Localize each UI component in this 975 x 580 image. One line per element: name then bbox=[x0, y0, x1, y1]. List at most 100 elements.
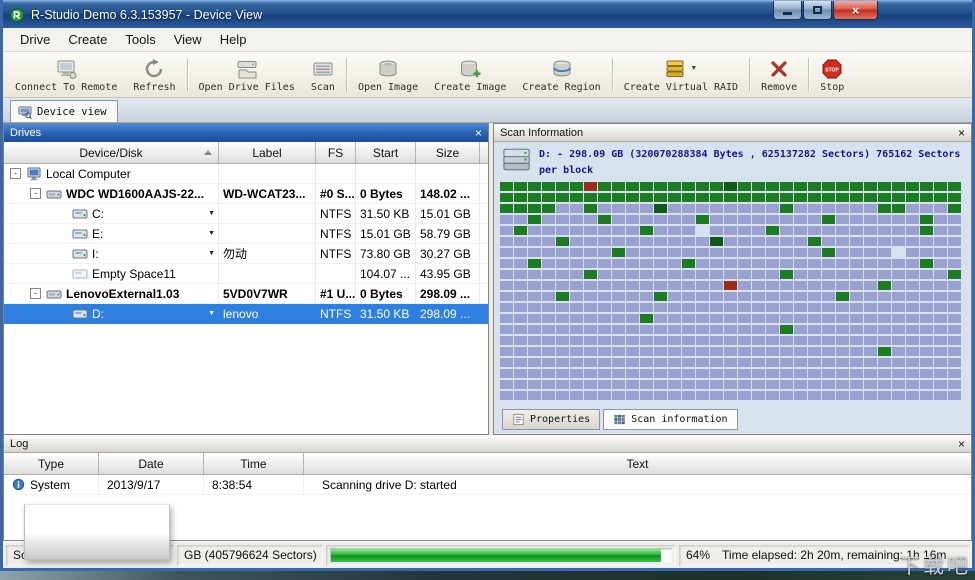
col-header-device-disk[interactable]: Device/Disk bbox=[4, 142, 219, 163]
scan-block bbox=[724, 292, 737, 301]
log-row[interactable]: System2013/9/178:38:54Scanning drive D: … bbox=[4, 475, 971, 495]
log-close-icon[interactable]: × bbox=[958, 438, 965, 450]
scan-block bbox=[766, 314, 779, 323]
maximize-button[interactable] bbox=[803, 1, 832, 20]
log-col-text[interactable]: Text bbox=[304, 453, 971, 474]
close-button[interactable]: × bbox=[833, 1, 878, 20]
scan-block bbox=[850, 391, 863, 400]
remote-computer-icon bbox=[55, 58, 77, 80]
log-table: System2013/9/178:38:54Scanning drive D: … bbox=[4, 475, 971, 495]
scan-block bbox=[724, 270, 737, 279]
volume-dropdown-icon[interactable]: ▼ bbox=[208, 210, 215, 217]
connect-to-remote-button[interactable]: Connect To Remote bbox=[7, 54, 125, 95]
scan-block bbox=[878, 325, 891, 334]
col-header-filler bbox=[480, 142, 488, 163]
scan-block bbox=[822, 347, 835, 356]
scan-block bbox=[864, 193, 877, 202]
scan-block bbox=[948, 314, 961, 323]
scan-block bbox=[710, 193, 723, 202]
scan-block bbox=[640, 391, 653, 400]
volume-dropdown-icon[interactable]: ▼ bbox=[208, 310, 215, 317]
row-filler bbox=[480, 164, 488, 184]
scan-block bbox=[710, 314, 723, 323]
scan-block bbox=[710, 369, 723, 378]
drive-row-local-computer[interactable]: -Local Computer bbox=[4, 164, 488, 184]
menu-item-tools[interactable]: Tools bbox=[116, 29, 164, 50]
scan-block bbox=[948, 358, 961, 367]
scan-block bbox=[682, 193, 695, 202]
scan-block bbox=[934, 336, 947, 345]
scan-block bbox=[752, 380, 765, 389]
scan-block bbox=[892, 270, 905, 279]
tree-expander-icon[interactable]: - bbox=[30, 288, 41, 299]
menu-item-help[interactable]: Help bbox=[211, 29, 256, 50]
tree-expander-icon[interactable]: - bbox=[30, 188, 41, 199]
open-drive-files-button[interactable]: Open Drive Files bbox=[191, 54, 303, 95]
drive-row-lenovoexternal1-03[interactable]: -LenovoExternal1.035VD0V7WR#1 U...0 Byte… bbox=[4, 284, 488, 304]
scan-close-icon[interactable]: × bbox=[958, 127, 965, 139]
scan-block bbox=[598, 325, 611, 334]
volume-dropdown-icon[interactable]: ▼ bbox=[208, 230, 215, 237]
minimize-button[interactable] bbox=[773, 1, 802, 20]
drive-row-c[interactable]: C:▼NTFS31.50 KB15.01 GB bbox=[4, 204, 488, 224]
drive-row-e[interactable]: E:▼NTFS15.01 GB58.79 GB bbox=[4, 224, 488, 244]
col-header-size[interactable]: Size bbox=[416, 142, 480, 163]
scan-block bbox=[724, 325, 737, 334]
scan-block bbox=[836, 292, 849, 301]
device-cell: E:▼ bbox=[4, 224, 219, 244]
scan-block bbox=[696, 369, 709, 378]
menu-item-view[interactable]: View bbox=[165, 29, 211, 50]
log-col-type[interactable]: Type bbox=[4, 453, 99, 474]
menu-item-drive[interactable]: Drive bbox=[11, 29, 59, 50]
col-header-label[interactable]: Label bbox=[219, 142, 316, 163]
log-col-date[interactable]: Date bbox=[99, 453, 204, 474]
refresh-button[interactable]: Refresh bbox=[125, 54, 183, 95]
volume-dropdown-icon[interactable]: ▼ bbox=[208, 250, 215, 257]
drive-row-i[interactable]: I:▼勿动NTFS73.80 GB30.27 GB bbox=[4, 244, 488, 264]
drives-close-icon[interactable]: × bbox=[475, 127, 482, 139]
scan-block bbox=[850, 380, 863, 389]
menu-item-create[interactable]: Create bbox=[59, 29, 116, 50]
empty-space-icon bbox=[72, 267, 88, 281]
scan-block bbox=[892, 314, 905, 323]
scan-block bbox=[808, 193, 821, 202]
scan-block bbox=[906, 215, 919, 224]
scan-block bbox=[822, 270, 835, 279]
drive-row-empty-space11[interactable]: Empty Space11104.07 ...43.95 GB bbox=[4, 264, 488, 284]
drive-row-d[interactable]: D:▼lenovoNTFS31.50 KB298.09 ... bbox=[4, 304, 488, 324]
scan-block bbox=[654, 193, 667, 202]
scan-block bbox=[696, 303, 709, 312]
scan-block bbox=[696, 259, 709, 268]
scan-block bbox=[584, 215, 597, 224]
col-header-fs[interactable]: FS bbox=[316, 142, 356, 163]
col-header-start[interactable]: Start bbox=[356, 142, 416, 163]
log-col-time[interactable]: Time bbox=[204, 453, 304, 474]
scan-block bbox=[598, 358, 611, 367]
scan-block bbox=[836, 281, 849, 290]
create-region-button[interactable]: Create Region bbox=[514, 54, 608, 95]
open-image-button[interactable]: Open Image bbox=[350, 54, 426, 95]
scan-block bbox=[598, 347, 611, 356]
scan-block bbox=[724, 303, 737, 312]
remove-button[interactable]: Remove bbox=[753, 54, 805, 95]
create-virtual-raid-button[interactable]: ▼Create Virtual RAID bbox=[616, 54, 746, 95]
tab-scan-information[interactable]: Scan information bbox=[603, 409, 737, 430]
dropdown-arrow-icon[interactable]: ▼ bbox=[690, 65, 697, 72]
scan-block bbox=[514, 380, 527, 389]
tab-properties[interactable]: Properties bbox=[502, 409, 600, 430]
tree-expander-icon[interactable]: - bbox=[10, 168, 21, 179]
scan-block bbox=[906, 380, 919, 389]
scan-button[interactable]: Scan bbox=[303, 54, 343, 95]
tab-device-view[interactable]: Device view bbox=[10, 100, 118, 122]
create-image-button[interactable]: Create Image bbox=[426, 54, 514, 95]
stop-button[interactable]: STOPStop bbox=[812, 54, 852, 95]
scan-block bbox=[654, 347, 667, 356]
scan-block bbox=[794, 182, 807, 191]
device-name: WDC WD1600AAJS-22... bbox=[66, 187, 204, 201]
scan-block bbox=[920, 259, 933, 268]
scan-block bbox=[598, 270, 611, 279]
scan-block bbox=[598, 380, 611, 389]
drive-row-wdc-wd1600aajs-22[interactable]: -WDC WD1600AAJS-22...WD-WCAT23...#0 S...… bbox=[4, 184, 488, 204]
scan-block bbox=[654, 303, 667, 312]
scan-block bbox=[570, 215, 583, 224]
